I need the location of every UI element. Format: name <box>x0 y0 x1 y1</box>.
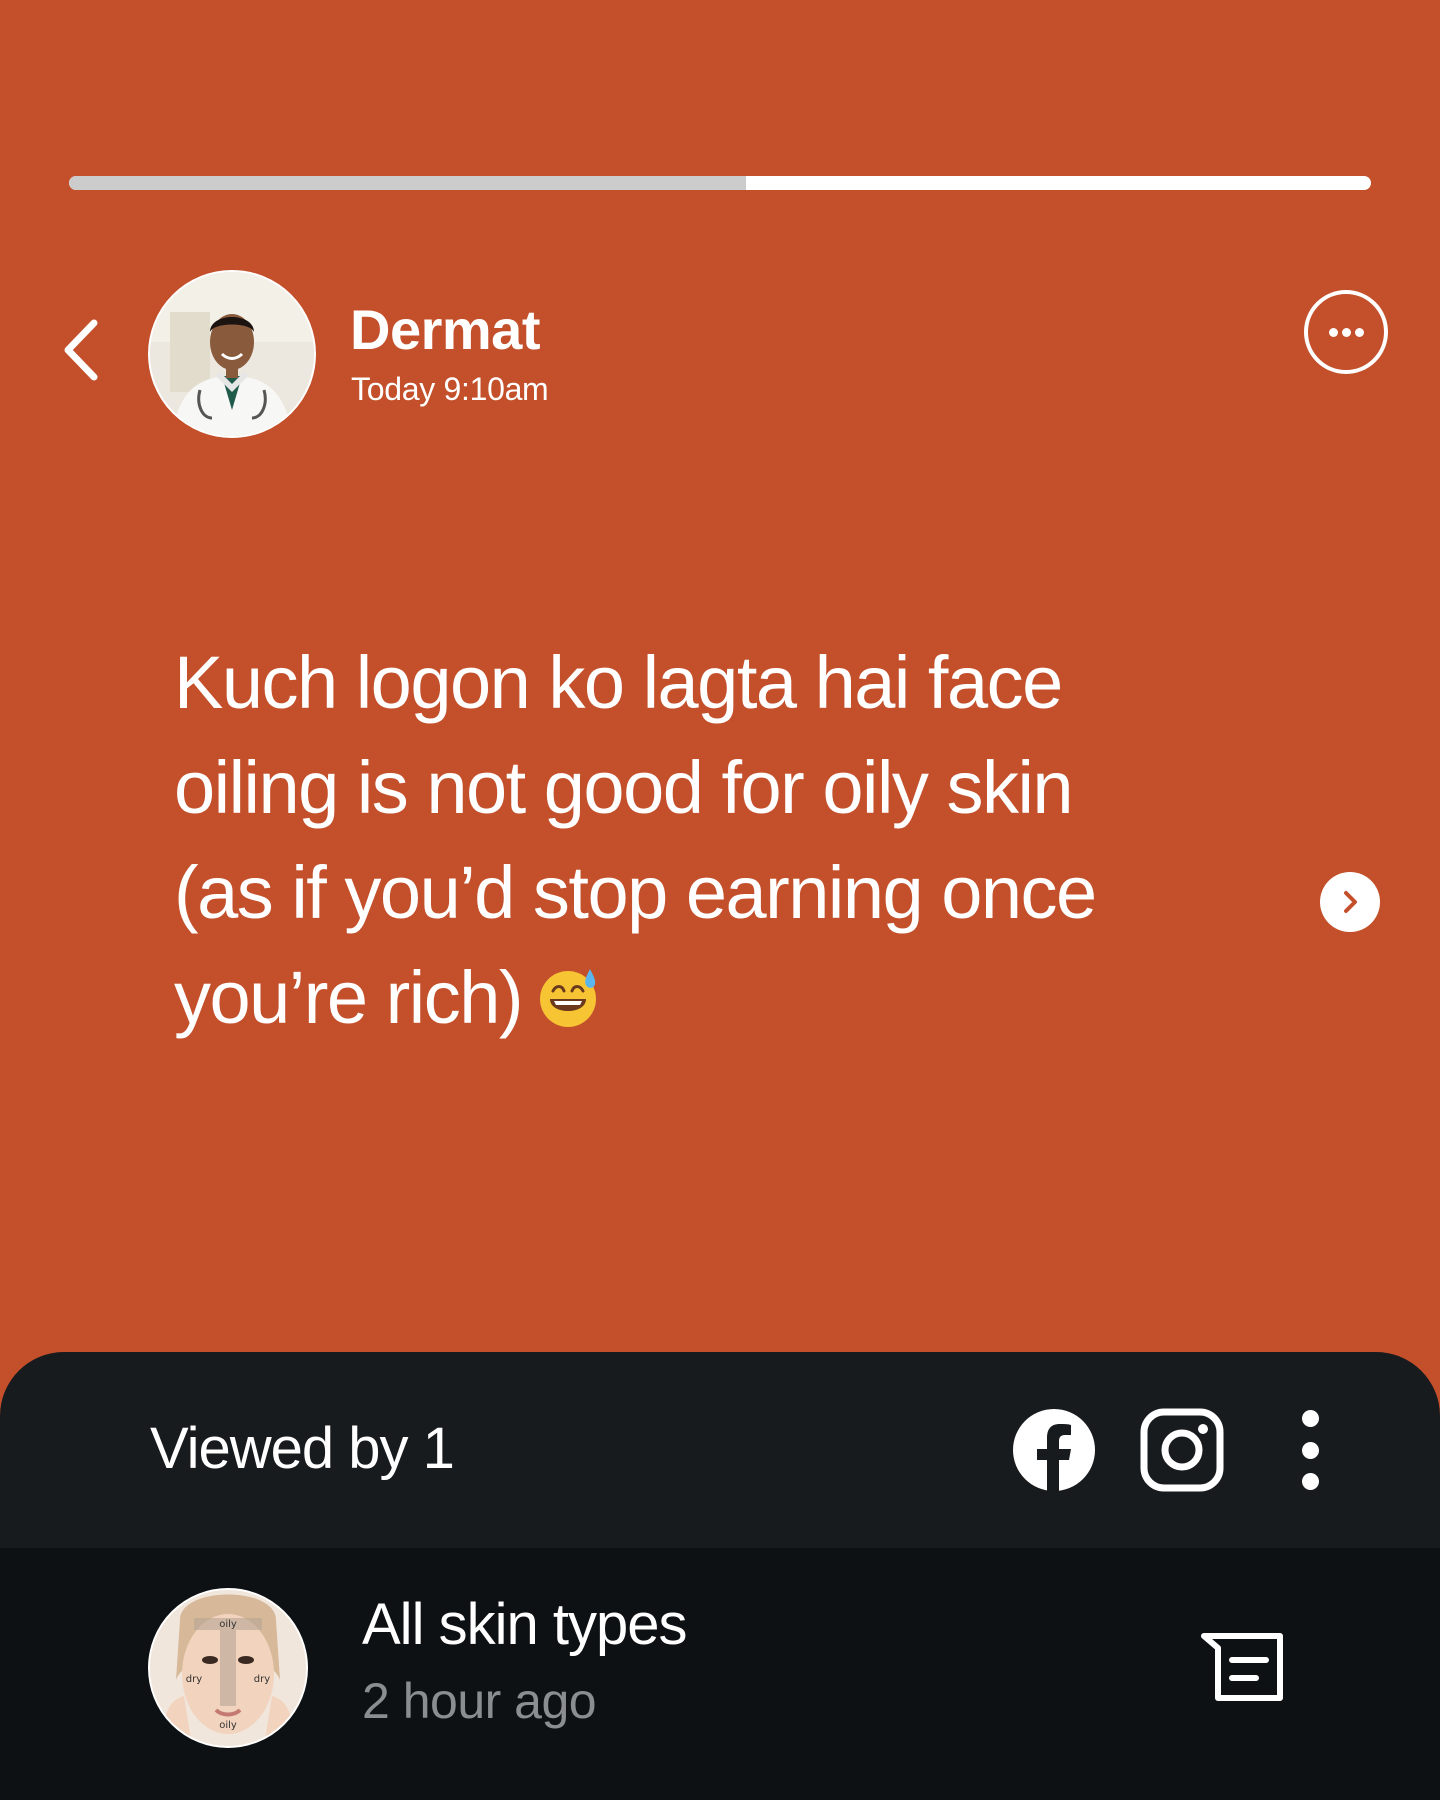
chevron-left-icon <box>64 319 98 381</box>
viewer-avatar: oily dry dry oily <box>148 1588 308 1748</box>
back-button[interactable] <box>50 310 110 390</box>
more-vertical-icon[interactable] <box>1292 1410 1328 1490</box>
more-options-button[interactable] <box>1304 290 1388 374</box>
skin-label-left: dry <box>186 1674 202 1685</box>
post-timestamp: Today 9:10am <box>351 371 549 407</box>
viewer-list-item[interactable]: oily dry dry oily All skin types 2 hour … <box>0 1548 1440 1800</box>
facebook-icon[interactable] <box>1012 1408 1096 1492</box>
viewed-by-count: Viewed by 1 <box>150 1416 455 1481</box>
story-progress-bar <box>69 176 1371 190</box>
story-text-content: Kuch logon ko lagta hai face oiling is n… <box>174 641 1097 1039</box>
message-icon[interactable] <box>1200 1632 1286 1704</box>
next-story-button[interactable] <box>1320 872 1380 932</box>
more-dot <box>1354 327 1364 337</box>
kebab-dot <box>1301 1441 1319 1459</box>
sheet-header: Viewed by 1 <box>0 1352 1440 1548</box>
story-progress-fill <box>69 176 747 190</box>
doctor-portrait-image <box>150 272 314 436</box>
skin-types-face-image: oily dry dry oily <box>150 1590 306 1746</box>
skin-label-bottom: oily <box>219 1720 237 1731</box>
more-horizontal-icon <box>1328 327 1338 337</box>
chevron-right-icon <box>1344 891 1357 913</box>
kebab-dot <box>1301 1410 1319 1427</box>
viewer-title: All skin types <box>362 1592 687 1657</box>
story-text: Kuch logon ko lagta hai face oiling is n… <box>174 630 1174 1050</box>
viewers-sheet: Viewed by 1 oily dry dry oily All skin t… <box>0 1352 1440 1800</box>
author-name[interactable]: Dermat <box>350 302 540 358</box>
story-view: Dermat Today 9:10am Kuch logon ko lagta … <box>0 0 1440 1360</box>
author-avatar[interactable] <box>148 270 316 438</box>
instagram-icon[interactable] <box>1140 1408 1224 1492</box>
viewer-timestamp: 2 hour ago <box>362 1673 597 1729</box>
grinning-face-with-sweat-icon <box>540 969 596 1027</box>
skin-label-top: oily <box>219 1619 237 1630</box>
skin-label-right: dry <box>254 1674 270 1685</box>
kebab-dot <box>1301 1473 1319 1490</box>
more-dot <box>1341 327 1351 337</box>
